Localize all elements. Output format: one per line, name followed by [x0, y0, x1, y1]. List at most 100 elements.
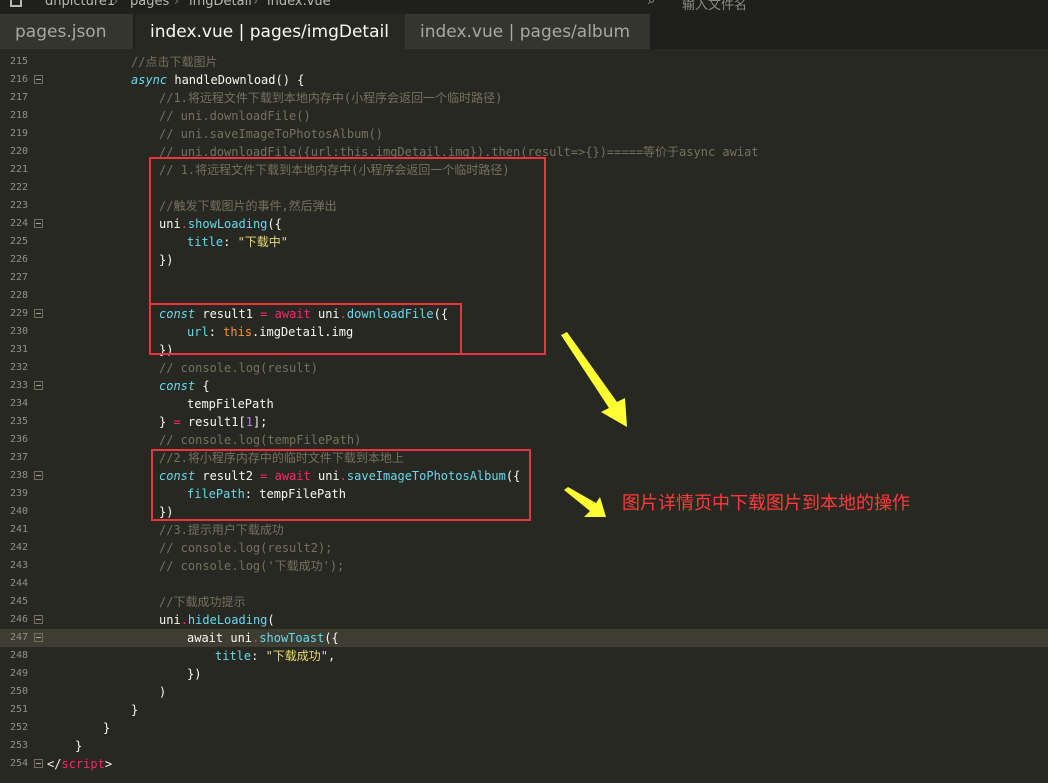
editor-line: 232 — [0, 359, 1048, 377]
code-line-232[interactable]: // console.log(result) — [159, 359, 318, 377]
editor-line: 247 — [0, 629, 1048, 647]
breadcrumb-item-folder[interactable]: imgDetail — [189, 0, 252, 9]
line-number: 217 — [9, 92, 28, 103]
editor-line: 251 — [0, 701, 1048, 719]
search-icon[interactable]: ⌕ — [648, 0, 655, 8]
breadcrumb-item-project[interactable]: dnpicture1 — [45, 0, 115, 9]
line-number: 237 — [9, 452, 28, 463]
tab-bar: pages.json index.vue | pages/imgDetail i… — [0, 14, 1048, 49]
line-number: 250 — [9, 686, 28, 697]
highlight-box-saveimage — [151, 449, 531, 521]
editor-line: 246 — [0, 611, 1048, 629]
line-number: 223 — [9, 200, 28, 211]
code-line-233[interactable]: const { — [159, 377, 210, 395]
code-line-217[interactable]: //1.将远程文件下载到本地内存中(小程序会返回一个临时路径) — [159, 89, 502, 107]
code-line-219[interactable]: // uni.saveImageToPhotosAlbum() — [159, 125, 383, 143]
line-number: 252 — [9, 722, 28, 733]
fold-toggle-icon[interactable] — [34, 471, 43, 480]
fold-toggle-icon[interactable] — [34, 615, 43, 624]
code-line-248[interactable]: title: "下载成功", — [215, 647, 335, 665]
line-number: 215 — [9, 56, 28, 67]
fold-toggle-icon[interactable] — [34, 633, 43, 642]
line-number: 253 — [9, 740, 28, 751]
line-number: 244 — [9, 578, 28, 589]
line-number: 222 — [9, 182, 28, 193]
fold-toggle-icon[interactable] — [34, 309, 43, 318]
editor-line: 250 — [0, 683, 1048, 701]
line-number: 251 — [9, 704, 28, 715]
breadcrumb: dnpicture1 › pages › imgDetail › index.v… — [0, 0, 1048, 14]
editor-line: 234 — [0, 395, 1048, 413]
code-line-254[interactable]: </script> — [47, 755, 112, 773]
annotation-label: 图片详情页中下载图片到本地的操作 — [622, 493, 910, 514]
editor-line: 218 — [0, 107, 1048, 125]
fold-toggle-icon[interactable] — [34, 759, 43, 768]
breadcrumb-separator-icon: › — [253, 0, 259, 9]
highlight-box-downloadfile — [149, 303, 462, 355]
editor-line: 219 — [0, 125, 1048, 143]
line-number: 248 — [9, 650, 28, 661]
code-line-243[interactable]: // console.log('下载成功'); — [159, 557, 344, 575]
editor-line: 242 — [0, 539, 1048, 557]
code-line-236[interactable]: // console.log(tempFilePath) — [159, 431, 361, 449]
line-number: 221 — [9, 164, 28, 175]
code-line-218[interactable]: // uni.downloadFile() — [159, 107, 311, 125]
line-number: 219 — [9, 128, 28, 139]
line-number: 245 — [9, 596, 28, 607]
line-number: 247 — [9, 632, 28, 643]
editor-line: 217 — [0, 89, 1048, 107]
tab-pages-json[interactable]: pages.json — [0, 14, 133, 49]
line-number: 240 — [9, 506, 28, 517]
editor-line: 235 — [0, 413, 1048, 431]
breadcrumb-separator-icon: › — [174, 0, 180, 9]
code-line-253[interactable]: } — [75, 737, 82, 755]
line-number: 232 — [9, 362, 28, 373]
code-line-235[interactable]: } = result1[1]; — [159, 413, 267, 431]
line-number: 227 — [9, 272, 28, 283]
line-number: 236 — [9, 434, 28, 445]
code-line-251[interactable]: } — [131, 701, 138, 719]
code-line-242[interactable]: // console.log(result2); — [159, 539, 332, 557]
editor-line: 249 — [0, 665, 1048, 683]
code-line-215[interactable]: //点击下载图片 — [131, 53, 217, 71]
line-number: 226 — [9, 254, 28, 265]
line-number: 243 — [9, 560, 28, 571]
code-line-246[interactable]: uni.hideLoading( — [159, 611, 275, 629]
code-line-249[interactable]: }) — [187, 665, 201, 683]
fold-toggle-icon[interactable] — [34, 381, 43, 390]
line-number: 228 — [9, 290, 28, 301]
tab-album-index-vue[interactable]: index.vue | pages/album — [405, 14, 650, 49]
fold-toggle-icon[interactable] — [34, 219, 43, 228]
fold-toggle-icon[interactable] — [34, 75, 43, 84]
editor-line: 243 — [0, 557, 1048, 575]
line-number: 241 — [9, 524, 28, 535]
file-search-input[interactable]: 输入文件名 — [682, 0, 747, 13]
code-line-250[interactable]: ) — [159, 683, 166, 701]
code-line-252[interactable]: } — [103, 719, 110, 737]
editor-line: 245 — [0, 593, 1048, 611]
line-number: 239 — [9, 488, 28, 499]
code-line-247[interactable]: await uni.showToast({ — [187, 629, 339, 647]
breadcrumb-separator-icon: › — [113, 0, 119, 9]
breadcrumb-item-pages[interactable]: pages — [130, 0, 169, 9]
line-number: 235 — [9, 416, 28, 427]
editor-line: 254 — [0, 755, 1048, 773]
code-line-216[interactable]: async handleDownload() { — [131, 71, 304, 89]
line-number: 238 — [9, 470, 28, 481]
annotation-arrow-icon — [564, 487, 606, 517]
line-number: 242 — [9, 542, 28, 553]
code-line-241[interactable]: //3.提示用户下载成功 — [159, 521, 284, 539]
project-icon — [10, 0, 22, 7]
code-line-245[interactable]: //下载成功提示 — [159, 593, 245, 611]
editor-line: 252 — [0, 719, 1048, 737]
line-number: 231 — [9, 344, 28, 355]
code-line-234[interactable]: tempFilePath — [187, 395, 274, 413]
editor-line: 248 — [0, 647, 1048, 665]
tab-imgdetail-index-vue[interactable]: index.vue | pages/imgDetail — [135, 14, 408, 49]
line-number: 233 — [9, 380, 28, 391]
line-number: 254 — [9, 758, 28, 769]
line-number: 216 — [9, 74, 28, 85]
breadcrumb-item-file[interactable]: index.vue — [267, 0, 331, 9]
line-number: 249 — [9, 668, 28, 679]
editor-line: 233 — [0, 377, 1048, 395]
